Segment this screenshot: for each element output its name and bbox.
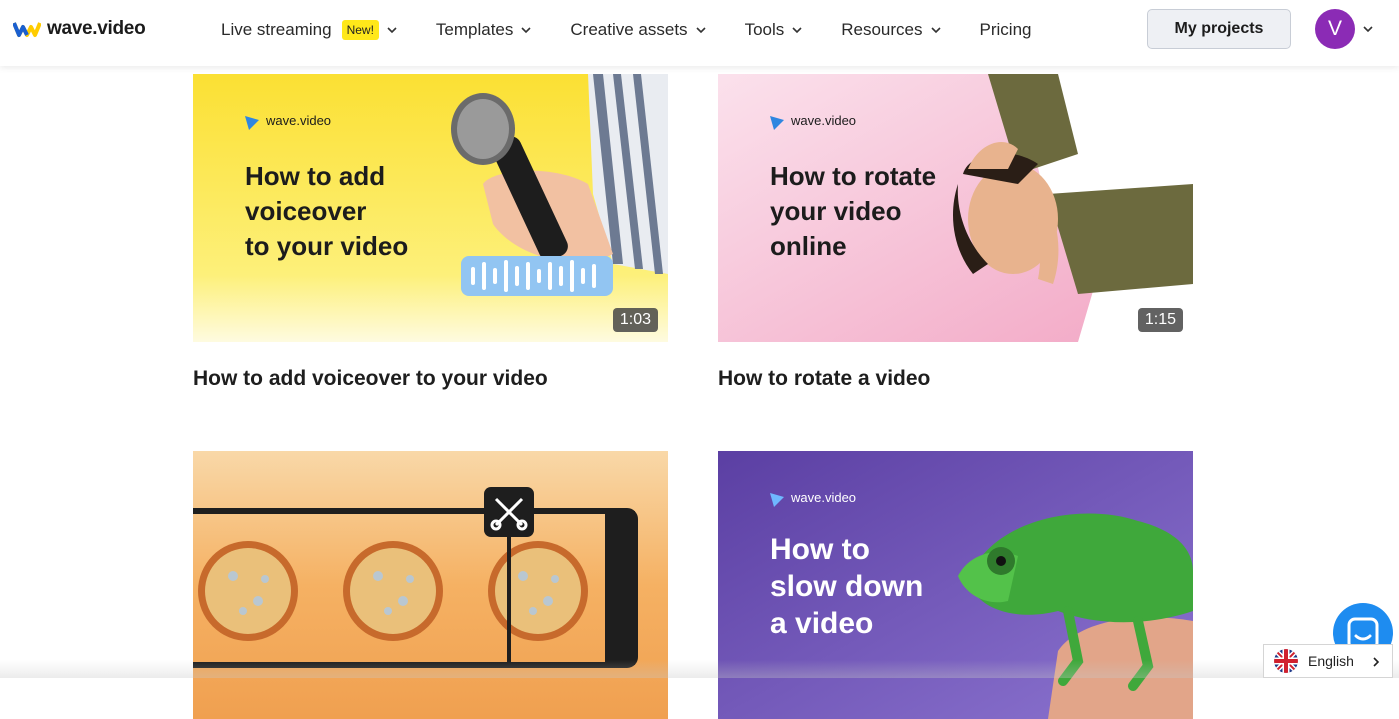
avatar[interactable]: V — [1315, 9, 1355, 49]
thumb-heading-line: online — [770, 231, 847, 261]
chevron-down-icon[interactable] — [1363, 24, 1373, 34]
main-nav: Live streaming New! Templates Creative a… — [221, 0, 1070, 60]
thumb-heading-line: to your video — [245, 231, 408, 261]
video-title[interactable]: How to add voiceover to your video — [193, 367, 668, 391]
nav-label: Tools — [744, 20, 785, 39]
thumb-heading-line: How to rotate — [770, 161, 936, 191]
video-thumbnail[interactable]: wave.video How to slow down a video — [718, 451, 1193, 719]
video-card[interactable]: wave.video How to rotate your video onli… — [718, 74, 1193, 391]
top-header: wave.video Live streaming New! Templates… — [0, 0, 1399, 66]
video-card[interactable] — [193, 451, 668, 719]
chevron-down-icon — [930, 27, 941, 34]
thumb-heading-line: How to add — [245, 161, 385, 191]
thumb-heading-line: a video — [770, 607, 873, 640]
wave-logo-icon — [13, 22, 41, 37]
video-thumbnail[interactable] — [193, 451, 668, 719]
thumb-heading-line: How to — [770, 533, 870, 566]
nav-pricing[interactable]: Pricing — [980, 20, 1032, 40]
pizza-trim-thumbnail-art — [193, 451, 668, 719]
chevron-down-icon — [387, 27, 397, 34]
thumb-brand: wave.video — [790, 113, 856, 128]
nav-live-streaming[interactable]: Live streaming New! — [221, 20, 397, 40]
thumb-brand: wave.video — [265, 113, 331, 128]
uk-flag-icon — [1274, 649, 1298, 673]
nav-creative-assets[interactable]: Creative assets — [570, 20, 706, 40]
new-badge: New! — [341, 20, 379, 40]
my-projects-button[interactable]: My projects — [1147, 9, 1291, 49]
chevron-down-icon — [695, 27, 706, 34]
chevron-down-icon — [521, 27, 531, 34]
thumb-heading-line: slow down — [770, 570, 923, 603]
chameleon-thumbnail-art: wave.video How to slow down a video — [718, 451, 1193, 719]
video-card[interactable]: wave.video How to add voiceover to your … — [193, 74, 668, 391]
nav-label: Pricing — [979, 20, 1032, 39]
chevron-right-icon — [1373, 657, 1380, 667]
duration-badge: 1:03 — [612, 308, 658, 332]
rotate-thumbnail-art: wave.video How to rotate your video onli… — [718, 74, 1193, 342]
video-thumbnail[interactable]: wave.video How to add voiceover to your … — [193, 74, 668, 342]
chevron-down-icon — [792, 27, 802, 34]
nav-label: Creative assets — [570, 20, 688, 39]
nav-resources[interactable]: Resources — [841, 20, 941, 40]
nav-label: Resources — [841, 20, 923, 39]
language-selector[interactable]: English — [1263, 644, 1393, 678]
nav-templates[interactable]: Templates — [436, 20, 531, 40]
duration-badge: 1:15 — [1137, 308, 1183, 332]
nav-label: Live streaming — [221, 20, 332, 39]
thumb-heading-line: your video — [770, 196, 901, 226]
video-thumbnail[interactable]: wave.video How to rotate your video onli… — [718, 74, 1193, 342]
language-label: English — [1308, 653, 1354, 669]
video-card[interactable]: wave.video How to slow down a video — [718, 451, 1193, 719]
nav-tools[interactable]: Tools — [745, 20, 803, 40]
thumb-brand: wave.video — [790, 490, 856, 505]
video-title[interactable]: How to rotate a video — [718, 367, 1193, 391]
voiceover-thumbnail-art: wave.video How to add voiceover to your … — [193, 74, 668, 342]
thumb-heading-line: voiceover — [245, 196, 366, 226]
logo[interactable]: wave.video — [13, 18, 146, 40]
bottom-shadow — [0, 660, 1399, 678]
logo-text: wave.video — [47, 18, 146, 39]
nav-label: Templates — [435, 20, 514, 39]
